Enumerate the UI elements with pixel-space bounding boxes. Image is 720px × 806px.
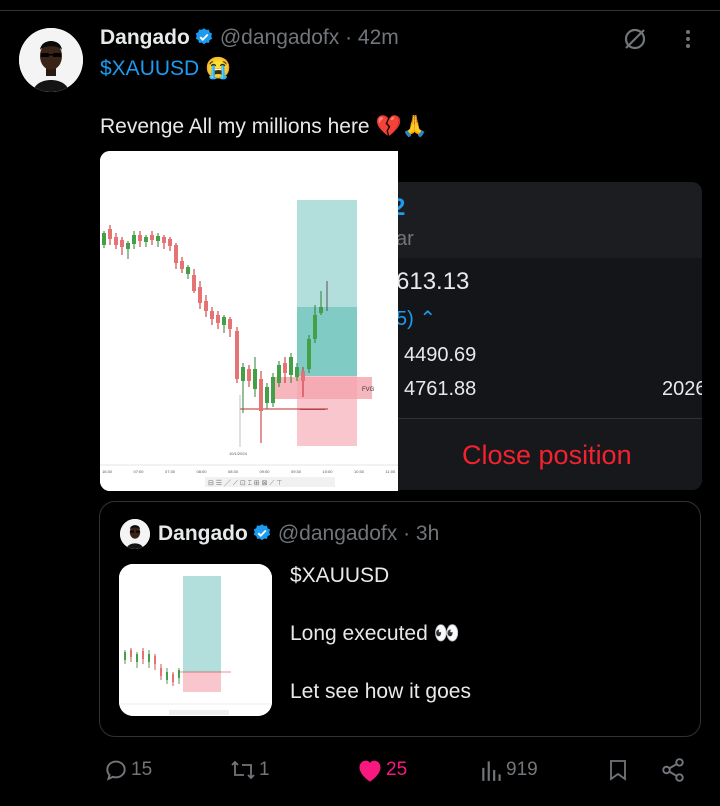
author-avatar[interactable] <box>19 28 83 92</box>
share-button[interactable] <box>660 750 686 790</box>
like-count: 25 <box>386 759 408 780</box>
post-action-bar: 15 1 25 919 <box>0 750 720 790</box>
grok-icon[interactable] <box>622 26 648 57</box>
quoted-post-time: · 3h <box>403 522 440 545</box>
time-tick-label: 16:30 <box>102 469 113 474</box>
svg-text:⊟ ☰ ／ ⟋ ⊡ ⌶ ⊞ ⊠ ⟋ ⊤: ⊟ ☰ ／ ⟋ ⊡ ⌶ ⊞ ⊠ ⟋ ⊤ <box>208 479 282 487</box>
time-tick-label: 10:00 <box>323 469 334 474</box>
analytics-icon <box>482 761 501 781</box>
quoted-chart-image <box>119 564 272 716</box>
quoted-post-header: Dangado @dangadofx · 3h <box>158 522 439 549</box>
position-subtitle-fragment: ar <box>396 228 414 250</box>
post-time[interactable]: · 42m <box>345 26 399 49</box>
author-name[interactable]: Dangado <box>100 26 190 49</box>
time-tick-label: 11:00 <box>386 469 396 474</box>
author-handle[interactable]: @dangadofx <box>220 26 339 49</box>
reply-icon <box>106 760 126 781</box>
view-count: 919 <box>506 759 538 780</box>
verified-badge-icon <box>194 27 214 53</box>
svg-text:__________: __________ <box>299 405 326 410</box>
position-price-1: 4490.69 <box>404 344 477 366</box>
post-text: Revenge All my millions here 💔🙏 <box>100 115 428 138</box>
arrow-up-icon: ⌃ <box>419 308 437 330</box>
quoted-author-avatar <box>120 519 150 549</box>
position-price-2: 4761.88 <box>404 378 477 400</box>
reply-count: 15 <box>131 759 153 780</box>
time-tick-label: 07:30 <box>165 469 176 474</box>
time-tick-label: 07:00 <box>134 469 145 474</box>
share-icon <box>662 758 684 782</box>
fvg-label: FVG <box>362 387 375 393</box>
top-divider <box>0 10 720 11</box>
trading-chart-image[interactable]: FVG __________ 10/1/2024 16:30 07:00 07:… <box>100 151 398 491</box>
post-header: Dangado @dangadofx · 42m <box>100 26 399 53</box>
bookmark-icon <box>610 760 626 781</box>
quoted-text-line-2: Let see how it goes <box>290 680 471 703</box>
bookmark-button[interactable] <box>606 750 630 790</box>
time-tick-label: 08:30 <box>228 469 239 474</box>
position-year-fragment: 2026 <box>662 378 702 400</box>
post-cashtag[interactable]: $XAUUSD 😭 <box>100 57 231 81</box>
time-tick-label: 10:30 <box>354 469 365 474</box>
quoted-author-name: Dangado <box>158 522 248 545</box>
quoted-author-handle: @dangadofx <box>277 522 398 545</box>
chart-date-label: 10/1/2024 <box>229 451 248 456</box>
time-tick-label: 09:00 <box>260 469 271 474</box>
position-value: 613.13 <box>396 268 470 295</box>
position-change: 5) ⌃ <box>396 308 437 330</box>
time-tick-label: 09:30 <box>291 469 302 474</box>
repost-count: 1 <box>259 759 270 780</box>
reply-button[interactable]: 15 <box>103 750 152 790</box>
views-button[interactable]: 919 <box>480 750 538 790</box>
time-tick-label: 08:00 <box>197 469 208 474</box>
repost-button[interactable]: 1 <box>229 750 270 790</box>
quoted-cashtag: $XAUUSD <box>290 564 390 587</box>
like-button[interactable]: 25 <box>356 750 407 790</box>
repost-icon <box>231 760 255 780</box>
verified-badge-icon <box>252 523 272 549</box>
close-position-button: Close position <box>462 440 632 470</box>
heart-icon <box>359 760 381 782</box>
quoted-post[interactable]: Dangado @dangadofx · 3h $XAUUSD Long exe… <box>99 501 701 737</box>
more-options-icon[interactable] <box>684 28 692 55</box>
quoted-text-line-1: Long executed 👀 <box>290 622 460 645</box>
